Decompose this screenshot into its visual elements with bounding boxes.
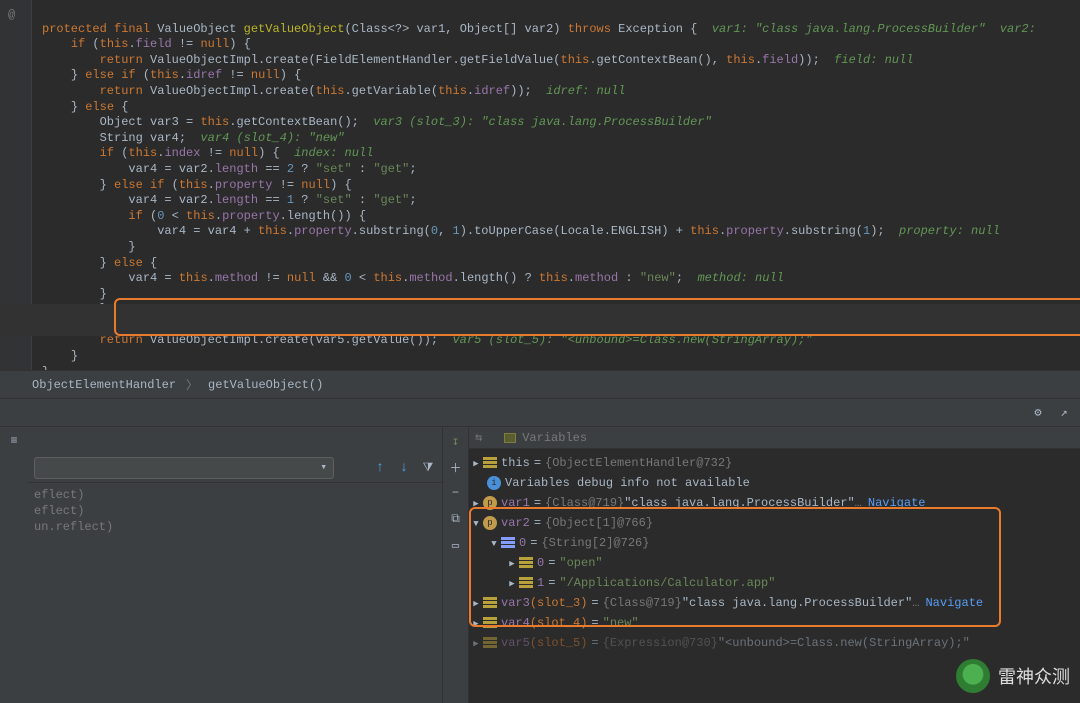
frame-item[interactable]: eflect) xyxy=(34,487,436,503)
variables-header: ⇆ Variables xyxy=(469,427,1080,449)
debug-toolbar: ⚙ ↗ xyxy=(0,398,1080,426)
code-line: return ValueObjectImpl.create(FieldEleme… xyxy=(42,53,913,67)
prev-frame-icon[interactable]: ↑ xyxy=(372,460,388,476)
var-var3[interactable]: var3 (slot_3)={Class@719} "class java.la… xyxy=(469,593,1080,613)
breadcrumb-sep-icon: 〉 xyxy=(186,376,198,393)
code-line: } else if (this.idref != null) { xyxy=(42,68,301,82)
frame-item[interactable]: eflect) xyxy=(34,503,436,519)
evaluate-icon[interactable]: ▭ xyxy=(448,537,464,553)
watermark-logo-icon xyxy=(956,659,990,693)
info-icon: i xyxy=(487,476,501,490)
frames-toolbar: ↑ ↓ ⧩ xyxy=(28,453,442,483)
thread-dropdown[interactable] xyxy=(34,457,334,479)
code-line: var4 = this.method != null && 0 < this.m… xyxy=(42,271,784,285)
var-var2-0-0[interactable]: 0="open" xyxy=(469,553,1080,573)
code-line: return ValueObjectImpl.create(this.getVa… xyxy=(42,84,625,98)
next-frame-icon[interactable]: ↓ xyxy=(396,460,412,476)
debugger-panel: ≡ ↑ ↓ ⧩ eflect) eflect) un.reflect) ↧ ＋ … xyxy=(0,426,1080,703)
variables-tree[interactable]: this={ObjectElementHandler@732} iVariabl… xyxy=(469,449,1080,657)
code-line: var4 = var4 + this.property.substring(0,… xyxy=(42,224,1000,238)
code-line: } xyxy=(42,365,49,370)
var-var1[interactable]: pvar1={Class@719} "class java.lang.Proce… xyxy=(469,493,1080,513)
code-editor[interactable]: @ protected final ValueObject getValueOb… xyxy=(0,0,1080,370)
array-icon xyxy=(501,537,515,549)
expand-icon[interactable] xyxy=(469,616,483,630)
param-icon: p xyxy=(483,516,497,530)
frames-list[interactable]: eflect) eflect) un.reflect) xyxy=(28,483,442,539)
var-var2-0-1[interactable]: 1="/Applications/Calculator.app" xyxy=(469,573,1080,593)
expand-icon[interactable] xyxy=(469,596,483,610)
code-line: var4 = var2.length == 2 ? "set" : "get"; xyxy=(42,162,417,176)
var-var5[interactable]: var5 (slot_5)={Expression@730} "<unbound… xyxy=(469,633,1080,653)
expand-icon[interactable] xyxy=(505,576,519,590)
code-line: } else { xyxy=(42,100,128,114)
variables-icon xyxy=(504,433,516,443)
highlight-line xyxy=(0,320,1080,336)
breadcrumb-method[interactable]: getValueObject() xyxy=(208,378,323,392)
var-var4[interactable]: var4 (slot_4)="new" xyxy=(469,613,1080,633)
object-icon xyxy=(519,557,533,569)
frame-item[interactable]: un.reflect) xyxy=(34,519,436,535)
object-icon xyxy=(483,637,497,649)
code-line: if (0 < this.property.length()) { xyxy=(42,209,366,223)
var-this[interactable]: this={ObjectElementHandler@732} xyxy=(469,453,1080,473)
code-line: protected final ValueObject getValueObje… xyxy=(42,22,1036,36)
code-line: var4 = var2.length == 1 ? "set" : "get"; xyxy=(42,193,417,207)
highlight-line xyxy=(0,304,1080,320)
new-watch-icon[interactable]: ＋ xyxy=(448,459,464,475)
layout-icon[interactable]: ≡ xyxy=(6,433,22,449)
frames-panel: ↑ ↓ ⧩ eflect) eflect) un.reflect) xyxy=(28,427,443,703)
var-var2[interactable]: pvar2={Object[1]@766} xyxy=(469,513,1080,533)
expand-icon[interactable] xyxy=(469,516,483,530)
param-icon: p xyxy=(483,496,497,510)
filter-icon[interactable]: ⧩ xyxy=(420,460,436,476)
navigate-link[interactable]: Navigate xyxy=(925,596,983,610)
variables-title: Variables xyxy=(522,431,587,445)
variables-sidebar: ↧ ＋ − ⧉ ▭ xyxy=(443,427,469,703)
object-icon xyxy=(483,457,497,469)
watermark-text: 雷神众测 xyxy=(998,663,1070,689)
object-icon xyxy=(519,577,533,589)
object-icon xyxy=(483,597,497,609)
code-line: } xyxy=(42,240,136,254)
remove-watch-icon[interactable]: − xyxy=(448,485,464,501)
object-icon xyxy=(483,617,497,629)
settings-icon[interactable]: ⚙ xyxy=(1030,405,1046,421)
restore-layout-icon[interactable]: ⇆ xyxy=(475,430,482,445)
breadcrumb[interactable]: ObjectElementHandler 〉 getValueObject() xyxy=(0,370,1080,398)
navigate-link[interactable]: Navigate xyxy=(868,496,926,510)
expand-icon[interactable] xyxy=(469,456,483,470)
code-line: } xyxy=(42,349,78,363)
breadcrumb-class[interactable]: ObjectElementHandler xyxy=(32,378,176,392)
resume-icon[interactable]: ↧ xyxy=(448,433,464,449)
var-info: iVariables debug info not available xyxy=(469,473,1080,493)
code-line: } else if (this.property != null) { xyxy=(42,178,352,192)
watermark: 雷神众测 xyxy=(956,659,1070,693)
debugger-sidebar: ≡ xyxy=(0,427,28,703)
expand-icon[interactable] xyxy=(469,496,483,510)
code-line: if (this.field != null) { xyxy=(42,37,251,51)
code-line: } else { xyxy=(42,256,157,270)
expand-icon[interactable]: ↗ xyxy=(1056,405,1072,421)
code-line: if (this.index != null) { index: null xyxy=(42,146,373,160)
copy-icon[interactable]: ⧉ xyxy=(448,511,464,527)
expand-icon[interactable] xyxy=(469,636,483,650)
expand-icon[interactable] xyxy=(487,536,501,550)
code-line: String var4; var4 (slot_4): "new" xyxy=(42,131,344,145)
var-var2-0[interactable]: 0={String[2]@726} xyxy=(469,533,1080,553)
expand-icon[interactable] xyxy=(505,556,519,570)
code-line: } xyxy=(42,287,107,301)
code-line: Object var3 = this.getContextBean(); var… xyxy=(42,115,712,129)
gutter-annotation: @ xyxy=(8,8,15,22)
